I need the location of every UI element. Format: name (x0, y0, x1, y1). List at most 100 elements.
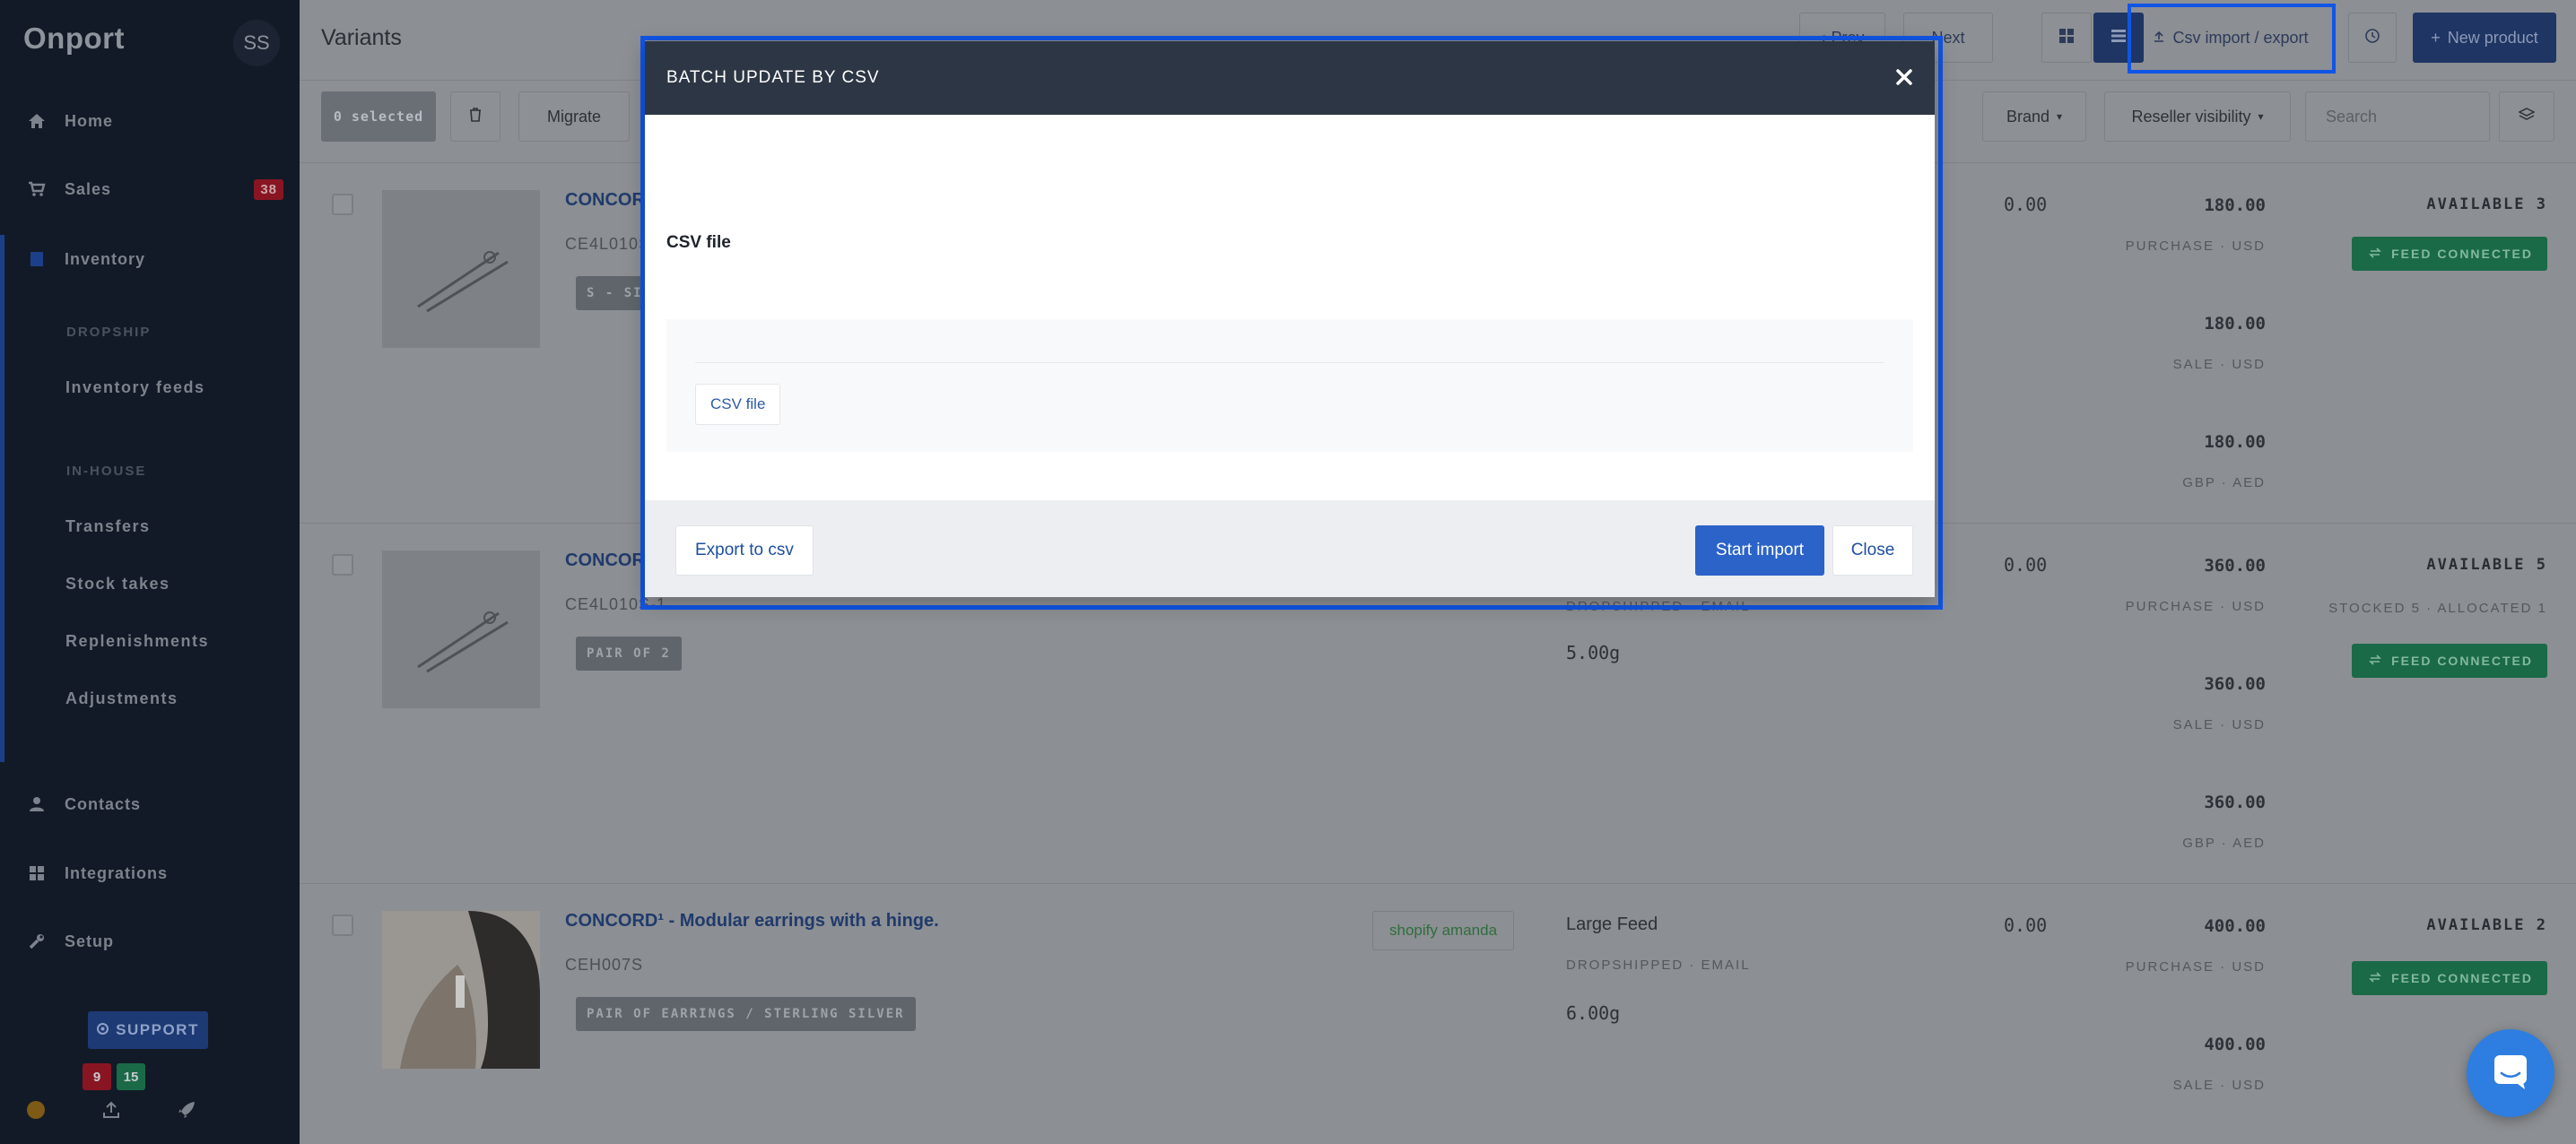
sidebar-item-inventory[interactable]: Inventory (0, 238, 300, 280)
support-button[interactable]: SUPPORT (88, 1011, 208, 1049)
product-weight: 6.00g (1566, 1002, 1621, 1024)
purchase-price-label: PURCHASE · USD (2125, 959, 2266, 975)
close-button[interactable]: Close (1832, 525, 1913, 576)
export-to-csv-button[interactable]: Export to csv (675, 525, 814, 576)
brand-filter-label: Brand (2006, 107, 2049, 126)
row-checkbox[interactable] (332, 914, 353, 936)
divider (695, 362, 1884, 363)
sync-icon (2368, 653, 2382, 670)
sale-price-label: SALE · USD (2172, 717, 2266, 732)
sales-count-badge: 38 (254, 178, 283, 200)
sync-icon (2368, 970, 2382, 987)
feed-connected-label: FEED CONNECTED (2391, 247, 2533, 261)
sidebar-item-home[interactable]: Home (0, 100, 300, 142)
home-icon (27, 111, 47, 131)
batch-update-modal: BATCH UPDATE BY CSV CSV file CSV file Ex… (645, 41, 1935, 597)
sync-icon (2368, 246, 2382, 263)
sale-price: 180.00 (2204, 314, 2266, 334)
sidebar-item-adjustments[interactable]: Adjustments (65, 689, 178, 708)
variant-tag: PAIR OF EARRINGS / STERLING SILVER (576, 997, 916, 1031)
clock-icon (2364, 28, 2380, 48)
chevron-down-icon: ▾ (2258, 110, 2264, 123)
notification-count-green[interactable]: 15 (117, 1063, 145, 1090)
box-icon (27, 249, 47, 269)
feed-connected-badge: FEED CONNECTED (2352, 644, 2547, 678)
sale-price: 360.00 (2204, 674, 2266, 694)
user-icon (27, 794, 47, 814)
product-weight: 5.00g (1566, 642, 1621, 663)
dropship-heading: DROPSHIP (66, 325, 152, 340)
grid-view-button[interactable] (2041, 13, 2092, 63)
gbp-price: 360.00 (2204, 793, 2266, 812)
delete-button[interactable] (450, 91, 500, 142)
sidebar: Onport SS Home Sales 38 Inventory DROPSH… (0, 0, 300, 1144)
product-title-link[interactable]: CONCORD¹ - Modular earrings with a hinge… (565, 911, 939, 932)
feed-connected-label: FEED CONNECTED (2391, 971, 2533, 985)
table-row[interactable]: CONCORD¹ - Modular earrings with a hinge… (300, 884, 2576, 1144)
feed-connected-label: FEED CONNECTED (2391, 654, 2533, 668)
sidebar-item-contacts[interactable]: Contacts (0, 784, 300, 825)
reseller-visibility-filter[interactable]: Reseller visibility ▾ (2104, 91, 2291, 142)
selected-count-button[interactable]: 0 selected (321, 91, 436, 142)
purchase-price: 360.00 (2204, 556, 2266, 576)
migrate-button[interactable]: Migrate (518, 91, 630, 142)
sidebar-item-inventory-feeds[interactable]: Inventory feeds (65, 378, 205, 397)
channel-tag: shopify amanda (1372, 911, 1515, 950)
product-thumbnail (382, 190, 540, 348)
inventory-group-indicator (0, 235, 4, 762)
csv-file-dropzone[interactable]: CSV file (666, 319, 1913, 452)
stock-allocation: STOCKED 5 · ALLOCATED 1 (2328, 601, 2547, 616)
modal-title: BATCH UPDATE BY CSV (666, 68, 880, 87)
csv-file-button[interactable]: CSV file (695, 384, 781, 425)
chat-launcher-button[interactable] (2467, 1029, 2554, 1117)
gbp-price-label: GBP · AED (2182, 836, 2266, 851)
purchase-price: 400.00 (2204, 916, 2266, 936)
sidebar-item-transfers[interactable]: Transfers (65, 517, 151, 536)
start-import-button[interactable]: Start import (1695, 525, 1824, 576)
inhouse-heading: IN-HOUSE (66, 464, 147, 479)
close-icon[interactable] (1890, 63, 1919, 91)
rocket-icon[interactable] (174, 1097, 199, 1122)
history-button[interactable] (2348, 13, 2397, 63)
brand-filter[interactable]: Brand ▾ (1982, 91, 2086, 142)
avatar[interactable]: SS (233, 20, 280, 66)
new-product-button[interactable]: + New product (2413, 13, 2556, 63)
product-sku: CEH007S (565, 956, 644, 974)
support-icon (97, 1021, 109, 1039)
availability: AVAILABLE 3 (2426, 195, 2547, 213)
feed-name: Large Feed (1566, 914, 1658, 934)
notification-count-red[interactable]: 9 (83, 1063, 111, 1090)
product-sku: CE4L010S (565, 235, 651, 253)
grid-view-icon (2058, 28, 2075, 48)
fulfillment-type: DROPSHIPPED · EMAIL (1566, 958, 1751, 973)
row-checkbox[interactable] (332, 554, 353, 576)
sidebar-item-sales[interactable]: Sales 38 (0, 169, 300, 210)
chevron-down-icon: ▾ (2057, 110, 2063, 123)
sidebar-item-label: Integrations (65, 863, 169, 882)
cost-value: 0.00 (2004, 914, 2048, 936)
layers-button[interactable] (2499, 91, 2554, 142)
sidebar-item-setup[interactable]: Setup (0, 921, 300, 962)
feed-connected-badge: FEED CONNECTED (2352, 237, 2547, 271)
sale-price-label: SALE · USD (2172, 1078, 2266, 1093)
wrench-icon (27, 932, 47, 951)
search-input[interactable]: Search (2305, 91, 2490, 142)
new-product-label: New product (2447, 28, 2538, 47)
product-thumbnail (382, 550, 540, 708)
layers-icon (2518, 107, 2536, 127)
variant-tag: PAIR OF 2 (576, 637, 682, 671)
sale-price: 400.00 (2204, 1035, 2266, 1054)
sidebar-item-replenishments[interactable]: Replenishments (65, 632, 209, 651)
status-dot (27, 1101, 45, 1119)
modal-footer: Export to csv Start import Close (645, 500, 1935, 597)
row-checkbox[interactable] (332, 194, 353, 215)
cost-value: 0.00 (2004, 554, 2048, 576)
sidebar-item-stock-takes[interactable]: Stock takes (65, 575, 170, 594)
sidebar-item-label: Home (65, 111, 114, 130)
upload-icon[interactable] (99, 1097, 124, 1122)
grid-icon (27, 863, 47, 883)
cart-icon (27, 179, 47, 199)
cost-value: 0.00 (2004, 194, 2048, 215)
sidebar-item-label: Contacts (65, 794, 142, 813)
sidebar-item-integrations[interactable]: Integrations (0, 853, 300, 894)
